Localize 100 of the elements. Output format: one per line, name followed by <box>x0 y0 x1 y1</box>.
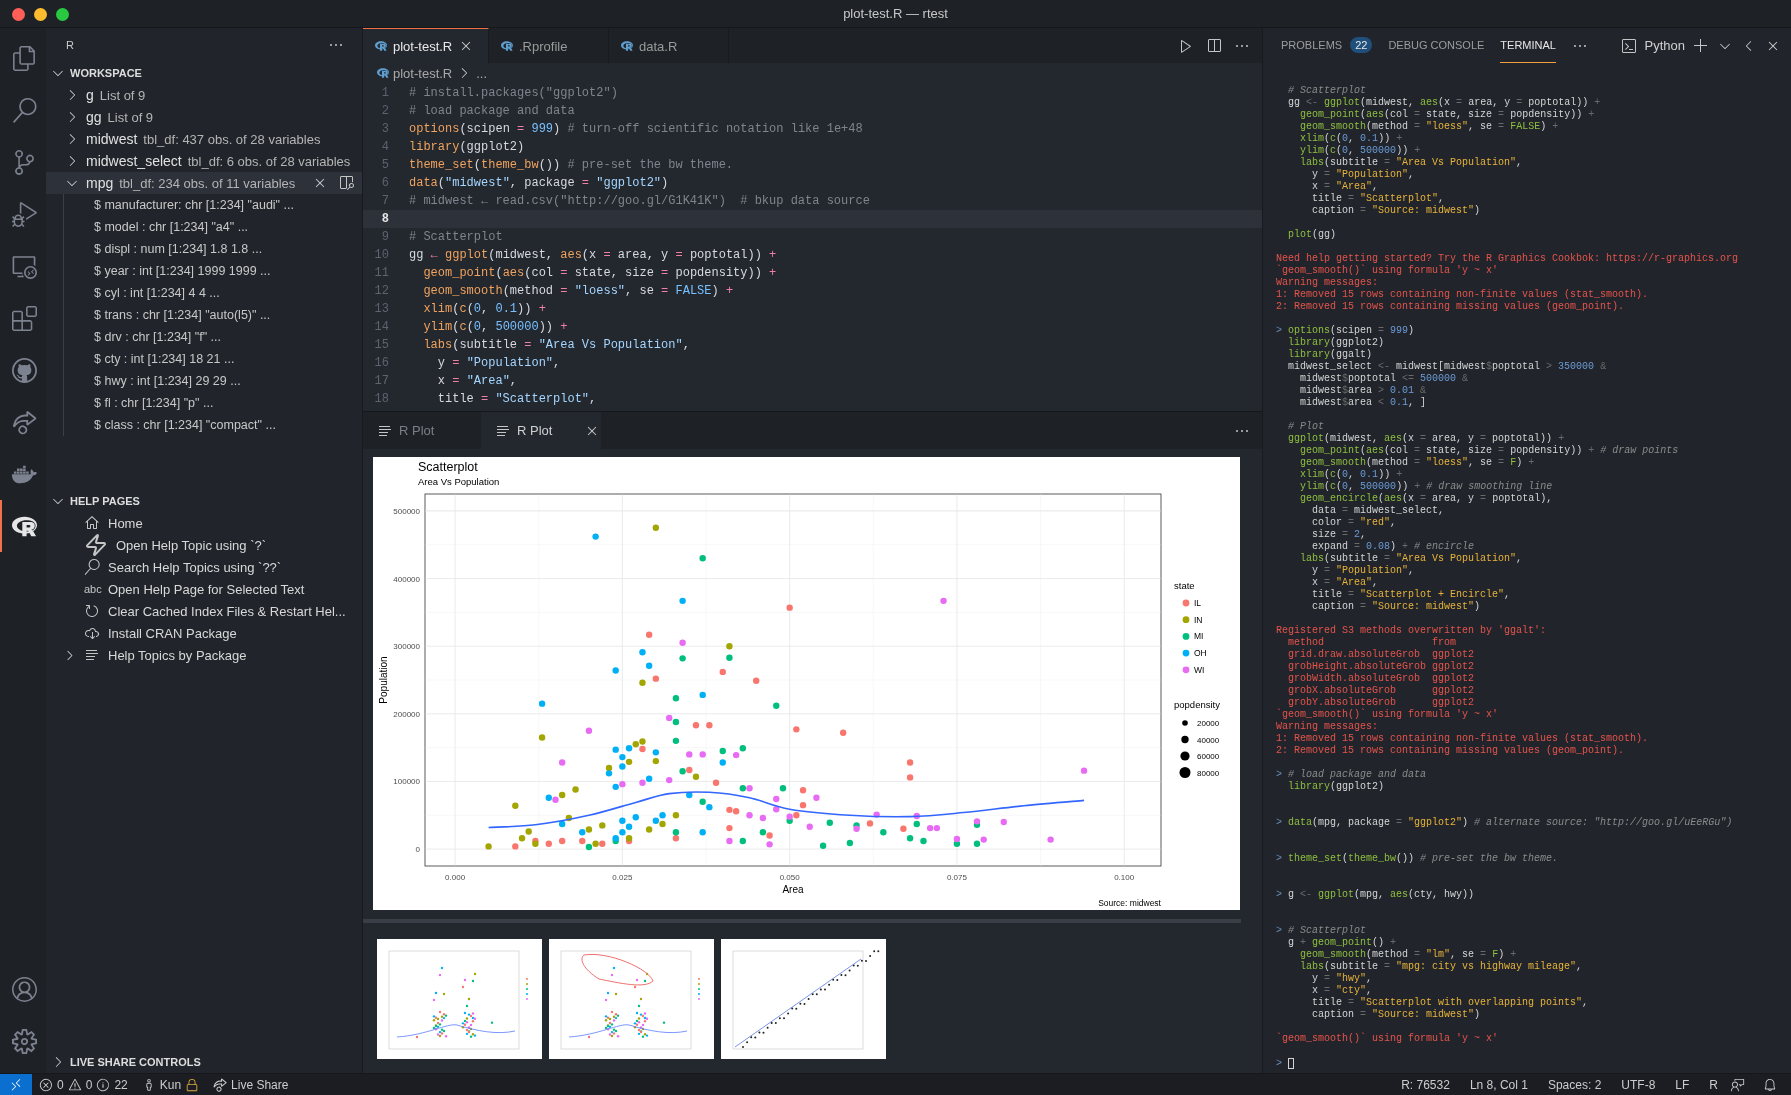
code-line: geom_smooth(method = "loess", se = FALSE) + <box>422 284 734 298</box>
error-line: Warning messages: <box>1276 721 1380 733</box>
console-line: caption = "Source: midwest") <box>1311 601 1482 613</box>
axis-title: Area <box>782 884 804 895</box>
error-line: 2: Removed 15 rows containing missing values (geom_point). <box>1276 301 1626 313</box>
console-line: # Scatterplot <box>1287 85 1367 97</box>
code-line: title = "Scatterplot", <box>436 392 597 406</box>
legend-label: MI <box>1194 631 1204 642</box>
console-line: midwest_select <- midwest[midwest$poptotal > 350000 & <box>1287 361 1608 373</box>
tree-item: $ year : int [1:234] 1999 1999 ... <box>93 263 272 280</box>
code-line: options(scipen = 999) # turn-off scientific notation like 1e+48 <box>409 122 863 136</box>
console-line: labs(subtitle = "Area Vs Population", <box>1299 553 1524 565</box>
console-line: caption = "Source: midwest") <box>1311 205 1482 217</box>
line-number: 2 <box>380 104 390 118</box>
tick-label: 0.050 <box>779 873 800 882</box>
error-line: 1: Removed 15 rows containing non-finite values (stat_smooth). <box>1276 289 1650 301</box>
console-line: plot(gg) <box>1287 229 1338 241</box>
line-number: 16 <box>373 356 390 370</box>
error-line: 1: Removed 15 rows containing non-finite values (stat_smooth). <box>1276 733 1650 745</box>
chart-title: Scatterplot <box>418 460 478 474</box>
console-line: ggplot(midwest, aes(x = area, y = poptotal)) + <box>1287 433 1566 445</box>
legend-label: WI <box>1194 664 1205 675</box>
console-line: gg <- ggplot(midwest, aes(x = area, y = poptotal)) + <box>1287 97 1602 109</box>
code-line: gg ← ggplot(midwest, aes(x = area, y = poptotal)) + <box>409 248 777 262</box>
line-number: 17 <box>373 374 390 388</box>
tick-label: 0.000 <box>445 873 466 882</box>
console-line: xlim(c(0, 0.1)) + <box>1299 469 1404 481</box>
console-line: xlim(c(0, 0.1)) + <box>1299 133 1404 145</box>
window-title: plot-test.R — rtest <box>843 6 948 21</box>
error-line: Need help getting started? Try the R Graphics Cookbok: https://r-graphics.org <box>1276 253 1740 265</box>
console-line: x = "Area", <box>1311 577 1380 589</box>
code-line: # Scatterplot <box>409 230 503 244</box>
tree-item: $ model : chr [1:234] "a4" ... <box>93 219 250 236</box>
console-line: geom_smooth(method = "loess", se = FALSE) + <box>1299 121 1560 133</box>
tick-label: 0.025 <box>612 873 633 882</box>
legend-label: IN <box>1194 614 1203 625</box>
line-number: 5 <box>380 158 390 172</box>
console-line: size = 2, <box>1311 529 1368 541</box>
tick-label: 0 <box>415 845 420 855</box>
tick-label: 300000 <box>393 642 420 652</box>
console-line: x = "cty", <box>1311 985 1374 997</box>
tick-label: 0.075 <box>946 873 967 882</box>
code-line: geom_point(aes(col = state, size = popdensity)) + <box>422 266 777 280</box>
tree-item: $ drv : chr [1:234] "f" ... <box>93 329 222 346</box>
line-number: 10 <box>373 248 390 262</box>
console-line: library(ggalt) <box>1287 349 1374 361</box>
console-line: geom_smooth(method = "lm", se = F) + <box>1299 949 1518 961</box>
console-line: labs(subtitle = "mpg: city vs highway mileage", <box>1299 961 1584 973</box>
code-line: # install.packages("ggplot2") <box>409 86 618 100</box>
console-line: midwest$poptotal <= 500000 & <box>1299 373 1470 385</box>
console-line: y = "hwy", <box>1311 973 1374 985</box>
console-line: > g <- ggplot(mpg, aes(cty, hwy)) <box>1276 889 1476 901</box>
code-line: y = "Population", <box>436 356 561 370</box>
tree-item: $ class : chr [1:234] "compact" ... <box>93 417 277 434</box>
console-line: # Plot <box>1287 421 1325 433</box>
caption: Source: midwest <box>1098 898 1161 908</box>
console-line: geom_point(aes(col = state, size = popdensity)) + <box>1299 109 1596 121</box>
legend-label: 60000 <box>1197 752 1220 761</box>
legend-title: state <box>1174 580 1195 591</box>
legend-label: OH <box>1194 648 1207 659</box>
console-line: data = midwest_select, <box>1311 505 1446 517</box>
console-line: title = "Scatterplot + Encircle", <box>1311 589 1512 601</box>
console-line: > options(scipen = 999) <box>1276 325 1416 337</box>
line-number: 18 <box>373 392 390 406</box>
console-line: midwest$area < 0.1, ] <box>1299 397 1428 409</box>
line-number: 7 <box>380 194 390 208</box>
line-number: 8 <box>380 212 390 226</box>
console-line: y = "Population", <box>1311 565 1416 577</box>
tree-item: $ cyl : int [1:234] 4 4 ... <box>93 285 221 302</box>
tree-item: $ hwy : int [1:234] 29 29 ... <box>93 373 242 390</box>
error-line: `geom_smooth()` using formula 'y ~ x' <box>1276 1033 1500 1045</box>
tick-label: 100000 <box>393 777 420 787</box>
error-line: grobHeight.absoluteGrob ggplot2 <box>1287 661 1476 673</box>
console-line: caption = "Source: midwest") <box>1311 1009 1482 1021</box>
console-line: > # load package and data <box>1276 769 1428 781</box>
console-line: labs(subtitle = "Area Vs Population", <box>1299 157 1524 169</box>
console-line: x = "Area", <box>1311 181 1380 193</box>
line-number: 4 <box>380 140 390 154</box>
line-number: 14 <box>373 320 390 334</box>
error-line: grid.draw.absoluteGrob ggplot2 <box>1287 649 1476 661</box>
code-line: ylim(c(0, 500000)) + <box>422 320 568 334</box>
error-line: grobWidth.absoluteGrob ggplot2 <box>1287 673 1476 685</box>
console-line: > theme_set(theme_bw()) # pre-set the bw theme. <box>1276 853 1560 865</box>
error-line: 2: Removed 15 rows containing missing values (geom_point). <box>1276 745 1626 757</box>
error-line: `geom_smooth()` using formula 'y ~ x' <box>1276 709 1500 721</box>
console-line: library(ggplot2) <box>1287 781 1386 793</box>
code-line: x = "Area", <box>436 374 518 388</box>
legend-label: 40000 <box>1197 735 1220 745</box>
line-number: 13 <box>373 302 390 316</box>
console-line: expand = 0.08) + # encircle <box>1311 541 1476 553</box>
tick-label: 0.100 <box>1114 873 1135 882</box>
error-line: grobY.absoluteGrob ggplot2 <box>1288 697 1476 709</box>
code-line: data("midwest", package = "ggplot2") <box>409 176 669 190</box>
tree-item: $ cty : int [1:234] 18 21 ... <box>93 351 236 368</box>
line-number: 6 <box>380 176 390 190</box>
line-number: 3 <box>380 122 390 136</box>
chart-subtitle: Area Vs Population <box>418 476 500 487</box>
console-line: g + geom_point() + <box>1287 937 1398 949</box>
tree-item: $ manufacturer: chr [1:234] "audi" ... <box>93 197 295 214</box>
console-line: ylim(c(0, 500000)) + <box>1299 145 1422 157</box>
